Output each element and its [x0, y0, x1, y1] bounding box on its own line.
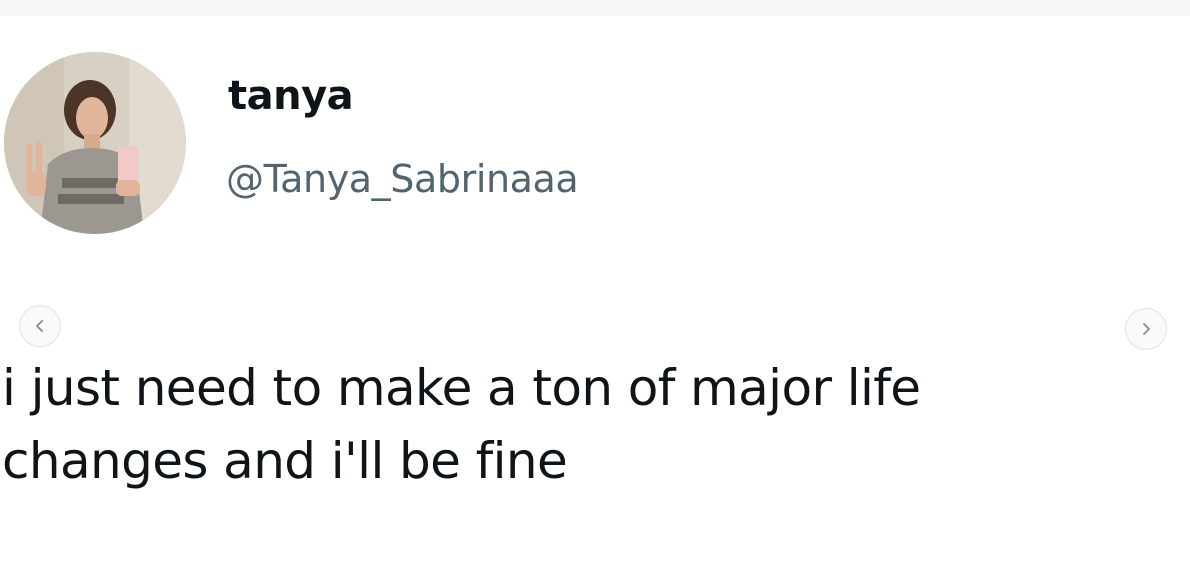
- avatar-photo: [4, 52, 186, 234]
- carousel-next-button[interactable]: [1125, 308, 1167, 350]
- tweet-text: i just need to make a ton of major life …: [2, 352, 1172, 498]
- tweet-card: tanya @Tanya_Sabrinaaa i just need to ma…: [0, 0, 1190, 566]
- display-name[interactable]: tanya: [228, 76, 354, 116]
- tweet-text-line: changes and i'll be fine: [2, 432, 568, 490]
- user-handle[interactable]: @Tanya_Sabrinaaa: [226, 160, 579, 198]
- tweet-text-line: i just need to make a ton of major life: [2, 359, 921, 417]
- chevron-left-icon: [36, 320, 43, 332]
- carousel-prev-button[interactable]: [19, 305, 61, 347]
- chevron-right-icon: [1143, 323, 1150, 335]
- avatar[interactable]: [4, 52, 186, 234]
